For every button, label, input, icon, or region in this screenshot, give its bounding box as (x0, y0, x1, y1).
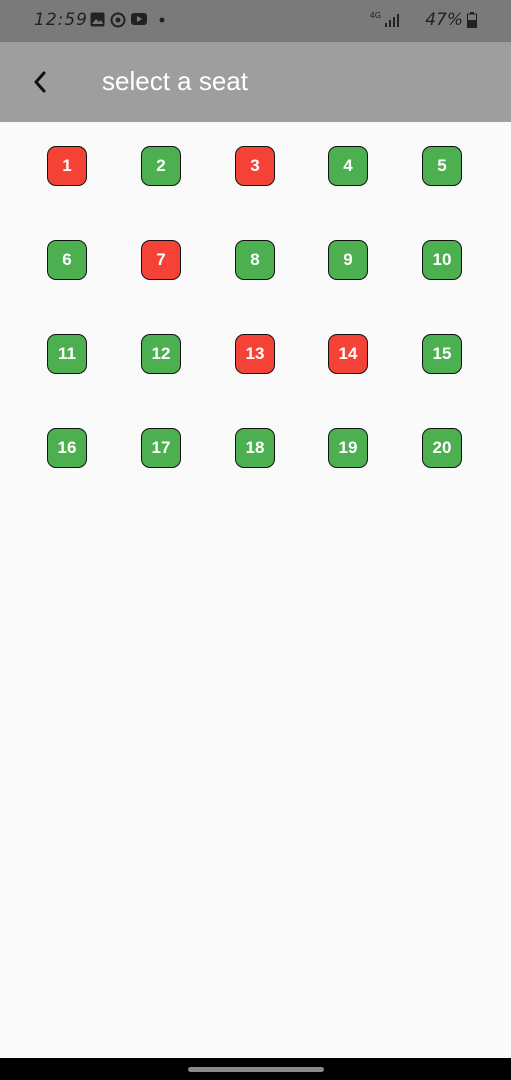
seat-6[interactable]: 6 (47, 240, 87, 280)
gallery-icon (90, 12, 105, 27)
network-type: 4G (369, 11, 381, 20)
sync-icon (110, 12, 126, 28)
signal-icon (385, 14, 399, 27)
seat-2[interactable]: 2 (141, 146, 181, 186)
battery-percent: 47% (425, 10, 463, 30)
seat-11[interactable]: 11 (47, 334, 87, 374)
seat-3[interactable]: 3 (235, 146, 275, 186)
seat-16[interactable]: 16 (47, 428, 87, 468)
seat-5[interactable]: 5 (422, 146, 462, 186)
status-bar: 12:59 4G 47% (0, 0, 511, 42)
seat-12[interactable]: 12 (141, 334, 181, 374)
seat-13[interactable]: 13 (235, 334, 275, 374)
seat-8[interactable]: 8 (235, 240, 275, 280)
page-title: select a seat (102, 66, 248, 96)
seat-18[interactable]: 18 (235, 428, 275, 468)
youtube-icon (131, 13, 147, 25)
status-time: 12:59 (34, 10, 88, 30)
seat-15[interactable]: 15 (422, 334, 462, 374)
seat-19[interactable]: 19 (328, 428, 368, 468)
dot-icon (159, 17, 165, 23)
seat-10[interactable]: 10 (422, 240, 462, 280)
seat-4[interactable]: 4 (328, 146, 368, 186)
seat-9[interactable]: 9 (328, 240, 368, 280)
home-indicator[interactable] (188, 1067, 324, 1072)
chevron-left-icon (34, 71, 46, 93)
navigation-bar (0, 1058, 511, 1080)
app-bar: select a seat (0, 42, 511, 122)
seat-17[interactable]: 17 (141, 428, 181, 468)
seat-20[interactable]: 20 (422, 428, 462, 468)
seat-14[interactable]: 14 (328, 334, 368, 374)
back-button[interactable] (24, 64, 60, 100)
seat-1[interactable]: 1 (47, 146, 87, 186)
battery-icon (467, 12, 477, 28)
seat-7[interactable]: 7 (141, 240, 181, 280)
